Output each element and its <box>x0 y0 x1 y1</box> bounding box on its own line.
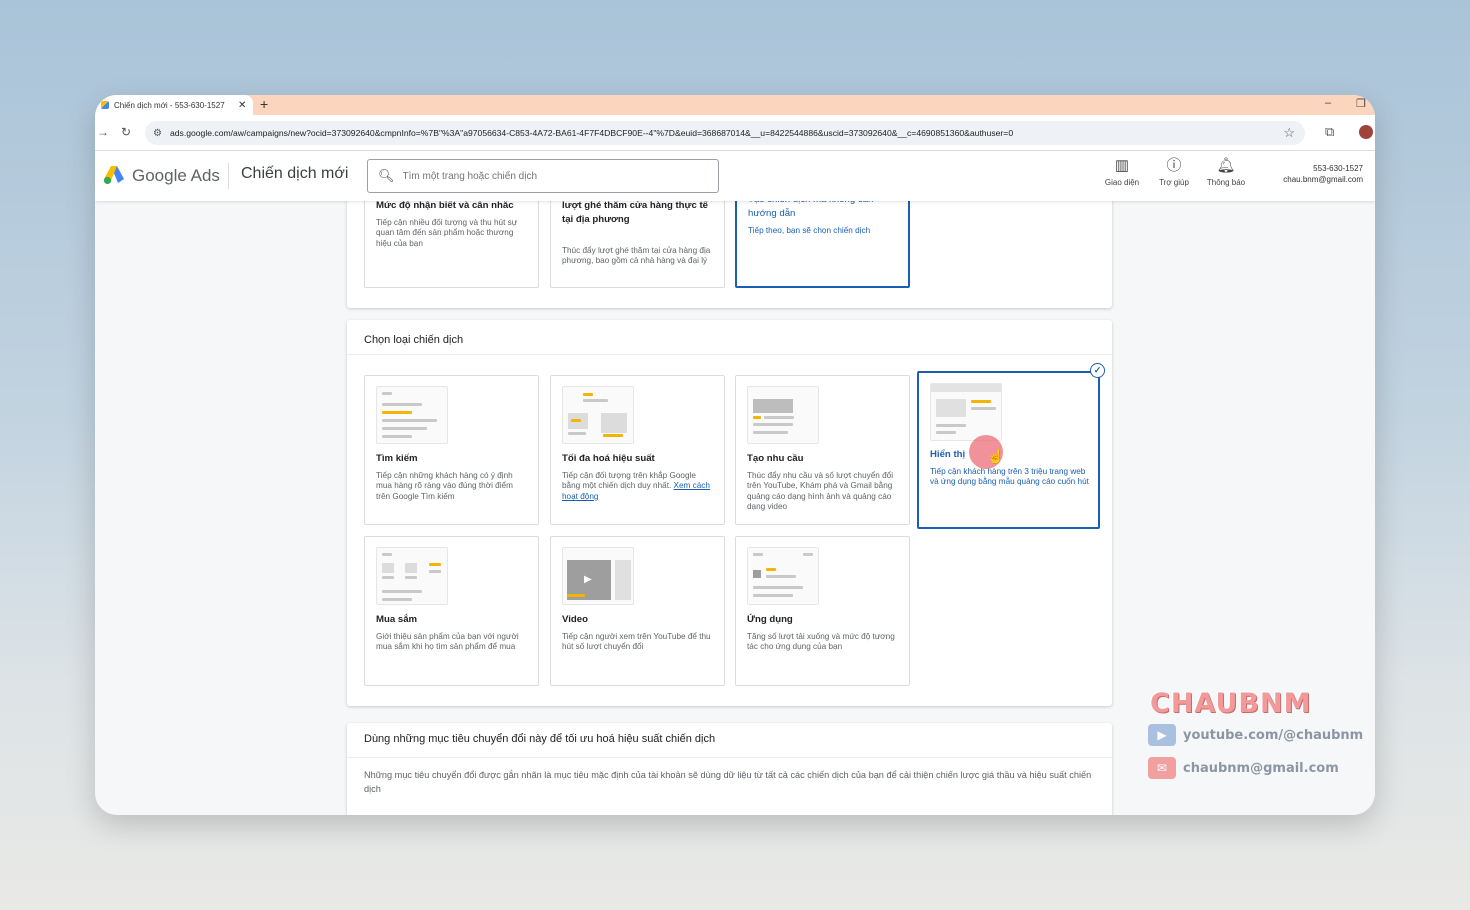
section-divider <box>347 757 1112 758</box>
url-text: ads.google.com/aw/campaigns/new?ocid=373… <box>169 128 1014 138</box>
appearance-button[interactable]: ▥ Giao diện <box>1097 157 1147 187</box>
campaign-type-title: Ứng dụng <box>747 614 793 625</box>
campaign-type-card: Chọn loại chiến dịch Tìm kiếm Tiếp cận n… <box>347 320 1112 706</box>
ads-header: Google Ads Chiến dịch mới 🔍︎ ▥ Giao diện… <box>95 151 1375 201</box>
watermark-name: CHAUBNM <box>1150 688 1312 719</box>
campaign-type-desc: Tiếp cận đối tượng trên khắp Google bằng… <box>562 471 712 502</box>
google-ads-favicon-icon <box>101 101 109 109</box>
app-preview-icon <box>747 547 819 605</box>
section-title: Chọn loại chiến dịch <box>364 334 464 346</box>
conversion-goals-card: Dùng những mục tiêu chuyển đổi này để tố… <box>347 723 1112 815</box>
goal-title: Mức độ nhận biết và cân nhắc <box>376 201 514 211</box>
new-tab-button[interactable]: + <box>260 96 268 112</box>
notifications-button[interactable]: 🔔︎ Thông báo <box>1201 157 1251 187</box>
browser-tab[interactable]: Chiến dịch mới - 553-630-1527 ✕ <box>95 95 253 115</box>
campaign-type-shopping[interactable]: Mua sắm Giới thiệu sản phẩm của bạn với … <box>364 536 539 686</box>
brand-name: Google Ads <box>132 166 220 185</box>
campaign-type-performance-max[interactable]: Tối đa hoá hiệu suất Tiếp cận đối tượng … <box>550 375 725 525</box>
watermark-youtube-text: youtube.com/@chaubnm <box>1183 727 1364 743</box>
campaign-type-video[interactable]: ▶ Video Tiếp cận người xem trên YouTube … <box>550 536 725 686</box>
address-row: → ↻ ⚙ ads.google.com/aw/campaigns/new?oc… <box>95 115 1375 151</box>
hand-cursor-icon: ☝ <box>987 448 1005 464</box>
conversion-desc: Những mục tiêu chuyển đổi được gắn nhãn … <box>364 770 1092 794</box>
tab-title: Chiến dịch mới - 553-630-1527 <box>114 100 225 110</box>
shopping-preview-icon <box>376 547 448 605</box>
campaign-type-title: Tối đa hoá hiệu suất <box>562 453 655 464</box>
campaign-type-desc: Giới thiệu sản phẩm của bạn với người mu… <box>376 632 519 652</box>
account-switcher[interactable]: 553-630-1527 chau.bnm@gmail.com <box>1283 164 1363 184</box>
goal-title: Tạo chiến dịch mà không cần hướng dẫn <box>748 201 873 219</box>
goal-no-guidance[interactable]: Tạo chiến dịch mà không cần hướng dẫn Ti… <box>735 201 910 288</box>
campaign-type-desc: Tăng số lượt tải xuống và mức độ tương t… <box>747 632 895 652</box>
goal-desc: Tiếp theo, bạn sẽ chọn chiến dịch <box>748 226 871 235</box>
search-input[interactable] <box>402 170 703 182</box>
display-preview-icon <box>930 383 1002 441</box>
campaign-type-desc: Tiếp cận những khách hàng có ý định mua … <box>376 471 513 501</box>
watermark-youtube: ▶ youtube.com/@chaubnm <box>1148 724 1363 746</box>
campaign-type-search[interactable]: Tìm kiếm Tiếp cận những khách hàng có ý … <box>364 375 539 525</box>
campaign-type-title: Tìm kiếm <box>376 453 418 464</box>
search-box[interactable]: 🔍︎ <box>367 159 719 193</box>
help-icon: ⓘ <box>1166 157 1182 174</box>
google-ads-logo-icon <box>103 166 124 185</box>
account-email: chau.bnm@gmail.com <box>1283 175 1363 184</box>
watermark-email-text: chaubnm@gmail.com <box>1183 760 1339 776</box>
campaign-type-title: Hiển thị <box>930 449 966 460</box>
campaign-type-desc: Tiếp cận người xem trên YouTube để thu h… <box>562 632 711 652</box>
watermark-email: ✉ chaubnm@gmail.com <box>1148 757 1339 779</box>
account-id: 553-630-1527 <box>1313 164 1363 173</box>
goal-awareness[interactable]: Mức độ nhận biết và cân nhắc Tiếp cận nh… <box>364 201 539 288</box>
campaign-type-desc: Tiếp cận khách hàng trên 3 triệu trang w… <box>930 467 1089 487</box>
video-preview-icon: ▶ <box>562 547 634 605</box>
page-title: Chiến dịch mới <box>241 165 349 182</box>
goal-desc: Thúc đẩy lượt ghé thăm tại cửa hàng địa … <box>562 246 711 266</box>
campaign-type-title: Mua sắm <box>376 614 418 625</box>
youtube-icon: ▶ <box>1148 724 1176 746</box>
goal-local-promotions[interactable]: Chương trình khuyến mại và lượt ghé thăm… <box>550 201 725 288</box>
performance-max-preview-icon <box>562 386 634 444</box>
demand-gen-preview-icon <box>747 386 819 444</box>
campaign-type-app[interactable]: Ứng dụng Tăng số lượt tải xuống và mức đ… <box>735 536 910 686</box>
goal-card: Mức độ nhận biết và cân nhắc Tiếp cận nh… <box>347 201 1112 308</box>
campaign-type-title: Video <box>562 614 588 625</box>
address-bar[interactable]: ⚙ ads.google.com/aw/campaigns/new?ocid=3… <box>145 121 1305 145</box>
search-icon: 🔍︎ <box>378 168 395 183</box>
campaign-type-demand-gen[interactable]: Tạo nhu cầu Thúc đẩy nhu cầu và số lượt … <box>735 375 910 525</box>
extensions-icon[interactable]: ⧉ <box>1325 124 1334 140</box>
site-settings-icon[interactable]: ⚙ <box>153 128 162 139</box>
bell-icon: 🔔︎ <box>1216 157 1236 174</box>
bookmark-star-icon[interactable]: ☆ <box>1283 125 1295 141</box>
layout-icon: ▥ <box>1114 157 1130 174</box>
main-content: Mức độ nhận biết và cân nhắc Tiếp cận nh… <box>95 201 1375 815</box>
campaign-type-title: Tạo nhu cầu <box>747 453 804 464</box>
campaign-type-display[interactable]: Hiển thị Tiếp cận khách hàng trên 3 triệ… <box>917 371 1100 529</box>
campaign-type-desc: Thúc đẩy nhu cầu và số lượt chuyển đổi t… <box>747 471 894 512</box>
goal-desc: Tiếp cận nhiều đối tượng và thu hút sự q… <box>376 218 518 248</box>
conversion-title: Dùng những mục tiêu chuyển đổi này để tố… <box>364 733 716 745</box>
tab-bar: Chiến dịch mới - 553-630-1527 ✕ + – ❐ <box>95 95 1375 115</box>
header-divider <box>228 163 229 189</box>
mail-icon: ✉ <box>1148 757 1176 779</box>
minimize-icon[interactable]: – <box>1325 97 1331 109</box>
forward-icon[interactable]: → <box>97 125 109 139</box>
selected-check-icon: ✓ <box>1090 363 1105 378</box>
appearance-label: Giao diện <box>1104 178 1140 187</box>
restore-icon[interactable]: ❐ <box>1356 97 1366 110</box>
section-divider <box>347 354 1112 355</box>
help-button[interactable]: ⓘ Trợ giúp <box>1149 157 1199 187</box>
reload-icon[interactable]: ↻ <box>121 125 131 139</box>
goal-title: Chương trình khuyến mại và lượt ghé thăm… <box>562 201 709 225</box>
help-label: Trợ giúp <box>1159 178 1189 187</box>
profile-avatar[interactable] <box>1359 125 1373 139</box>
close-tab-icon[interactable]: ✕ <box>238 100 246 111</box>
search-preview-icon <box>376 386 448 444</box>
notifications-label: Thông báo <box>1206 178 1246 187</box>
